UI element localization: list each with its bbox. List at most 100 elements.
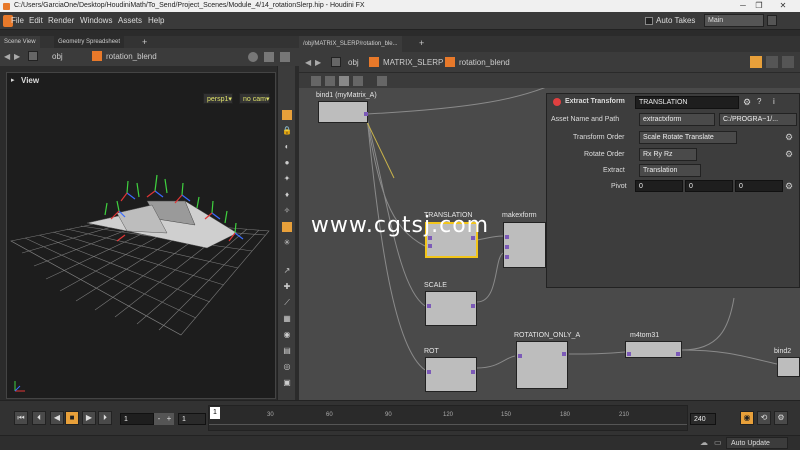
path-rotation-blend[interactable]: rotation_blend [106,52,157,61]
transform-order-gear-icon[interactable]: ⚙ [785,132,793,143]
output-port[interactable] [676,352,680,356]
network-path-obj[interactable]: obj [348,58,359,67]
node-name-field[interactable]: TRANSLATION [635,96,739,109]
node-m4tom31[interactable] [625,341,682,358]
layout-icon[interactable] [377,76,387,86]
menu-windows[interactable]: Windows [80,12,112,30]
tree-mode-icon[interactable] [325,76,335,86]
pane-menu-icon[interactable] [280,52,290,62]
pivot-gear-icon[interactable]: ⚙ [785,181,793,192]
light-icon[interactable]: ✦ [282,174,292,184]
menu-assets[interactable]: Assets [118,12,142,30]
output-port[interactable] [562,352,566,356]
pivot-x-field[interactable]: 0 [635,180,683,192]
menu-render[interactable]: Render [48,12,74,30]
render-icon[interactable]: ▣ [282,378,292,388]
menu-help[interactable]: Help [148,12,164,30]
network-forward-icon[interactable]: ▶ [315,58,321,67]
node-rot[interactable] [425,357,477,392]
help-icon[interactable]: ? [757,97,767,107]
visibility-icon[interactable]: ◎ [282,362,292,372]
tab-network[interactable]: /obj/MATRIX_SLERP/rotation_ble... [299,36,402,52]
minimize-icon[interactable]: ─ [736,0,750,12]
node-bind1[interactable] [318,101,368,123]
play-button[interactable]: ▶ [82,411,96,425]
stop-button[interactable]: ■ [65,411,79,425]
maximize-icon[interactable]: ❐ [752,0,766,12]
extract-select[interactable]: Translation [639,164,701,177]
ruler-icon[interactable]: ⟋ [282,298,292,308]
info-icon[interactable]: i [773,97,783,107]
tab-geometry-spreadsheet[interactable]: Geometry Spreadsheet [54,36,125,48]
desktop-select[interactable]: Main [704,14,764,27]
increment-icon[interactable]: + [164,413,174,425]
step-back-button[interactable]: ⏴ [32,411,46,425]
node-scale[interactable] [425,291,477,326]
node-bind2[interactable] [777,357,800,377]
start-frame-field-2[interactable]: 1 [178,413,206,425]
input-port[interactable] [505,255,509,259]
pivot-z-field[interactable]: 0 [735,180,783,192]
list-mode-icon[interactable] [311,76,321,86]
decrement-icon[interactable]: - [154,413,164,425]
rotate-order-select[interactable]: Rx Ry Rz [639,148,697,161]
ghost-icon[interactable]: ✳ [282,238,292,248]
menu-file[interactable]: File [11,12,24,30]
grid-icon[interactable]: ▦ [282,314,292,324]
output-port[interactable] [364,112,368,116]
input-port[interactable] [505,245,509,249]
network-back-icon[interactable]: ◀ [305,58,311,67]
sticky-note-icon[interactable] [353,76,363,86]
add-tab-button[interactable]: + [138,36,151,48]
pose-icon[interactable]: ✚ [282,282,292,292]
shading-icon[interactable]: ● [282,158,292,168]
group-icon[interactable]: ▤ [282,346,292,356]
output-port[interactable] [471,370,475,374]
key-icon[interactable]: ⟲ [757,411,771,425]
network-wrench-icon[interactable] [750,56,762,68]
timeline-settings-icon[interactable]: ⚙ [774,411,788,425]
network-add-tab-button[interactable]: + [419,38,424,48]
start-frame-field[interactable]: 1 [120,413,154,425]
tab-scene-view[interactable]: Scene View [0,36,40,48]
close-icon[interactable]: ✕ [776,0,790,12]
rotate-order-gear-icon[interactable]: ⚙ [785,149,793,160]
end-frame-field[interactable]: 240 [690,413,716,425]
bulb-icon[interactable]: ♦ [282,190,292,200]
forward-arrow-icon[interactable]: ▶ [14,52,20,61]
network-path-matrix-slerp[interactable]: MATRIX_SLERP [383,58,443,67]
asset-path-select[interactable]: C:/PROGRA~1/... [719,113,797,126]
select-tool-icon[interactable] [282,110,292,120]
desktop-menu-icon[interactable] [767,15,777,26]
network-options-icon[interactable] [766,56,778,68]
snap-icon[interactable]: ◐ [282,142,292,152]
back-arrow-icon[interactable]: ◀ [4,52,10,61]
node-rotation-only-a[interactable] [516,341,568,389]
display-options-icon[interactable] [264,52,274,62]
input-port[interactable] [428,244,432,248]
pivot-y-field[interactable]: 0 [685,180,733,192]
cloud-icon[interactable]: ☁ [700,438,710,448]
lock-icon[interactable]: 🔒 [282,126,292,136]
network-pin-icon[interactable] [331,57,341,67]
realtime-toggle-icon[interactable]: ◉ [740,411,754,425]
input-port[interactable] [518,354,522,358]
viewport-options-icon[interactable] [248,52,258,62]
path-obj[interactable]: obj [52,52,63,61]
current-frame-marker[interactable]: 1 [210,407,220,419]
timeline-ruler[interactable]: 1 30 60 90 120 150 180 210 [208,405,688,431]
input-port[interactable] [427,370,431,374]
asset-name-select[interactable]: extractxform [639,113,715,126]
input-port[interactable] [427,304,431,308]
network-help-icon[interactable] [782,56,794,68]
grid-mode-icon[interactable] [339,76,349,86]
output-port[interactable] [471,304,475,308]
play-reverse-button[interactable]: ◀ [50,411,64,425]
pin-icon[interactable] [28,51,38,61]
flipbook-icon[interactable]: ▭ [714,438,724,448]
step-forward-button[interactable]: ⏵ [98,411,112,425]
transform-order-select[interactable]: Scale Rotate Translate [639,131,737,144]
input-port[interactable] [627,352,631,356]
gear-icon[interactable]: ⚙ [743,97,753,107]
update-mode-select[interactable]: Auto Update [726,437,788,449]
